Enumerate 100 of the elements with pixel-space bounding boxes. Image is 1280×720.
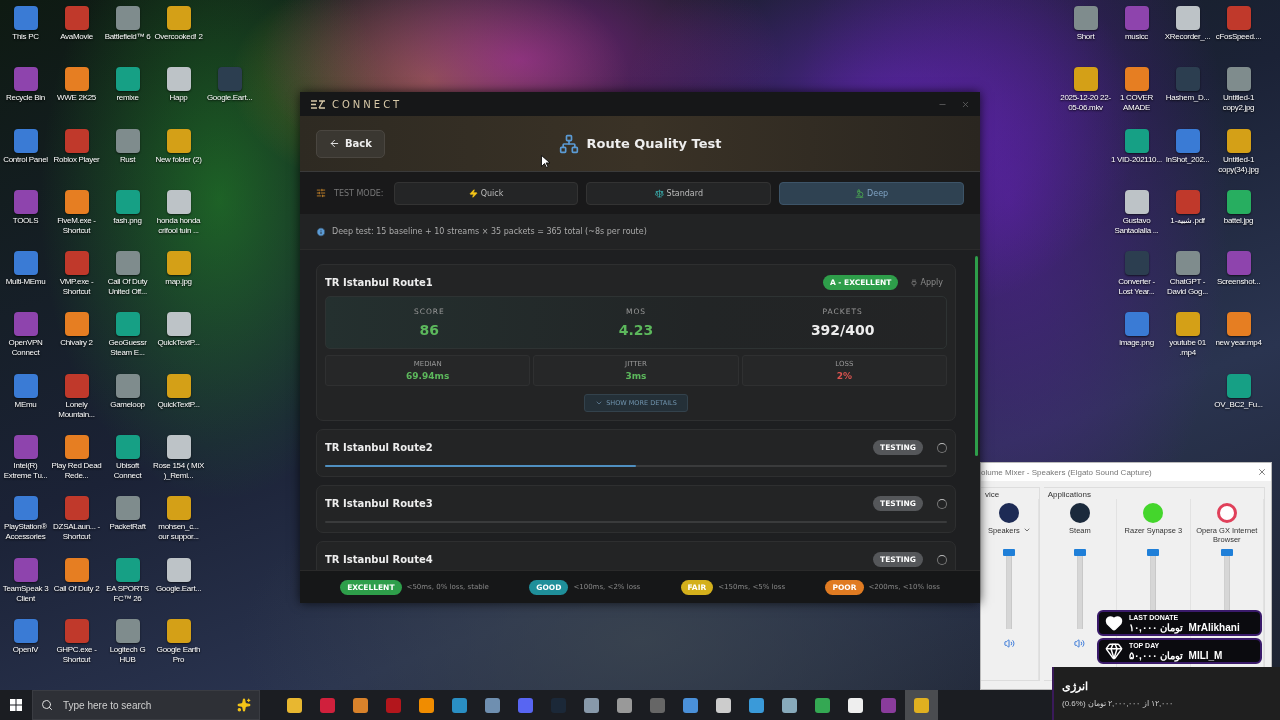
- desktop-icon-label[interactable]: Google.Eart...: [204, 93, 255, 104]
- desktop-icon-label[interactable]: PacketRaft: [102, 522, 153, 533]
- desktop-icon-label[interactable]: ChatGPT - David Gog...: [1162, 277, 1213, 298]
- desktop-app-icon[interactable]: [1226, 312, 1251, 337]
- desktop-icon-label[interactable]: Screenshot...: [1213, 277, 1264, 288]
- desktop-app-icon[interactable]: [115, 557, 140, 582]
- desktop-icon-label[interactable]: QuickTextP...: [153, 338, 204, 349]
- back-button[interactable]: Back: [316, 129, 385, 158]
- speaker-icon[interactable]: [1003, 638, 1015, 649]
- dropdown-caret-icon[interactable]: [1022, 526, 1031, 534]
- desktop-icon-label[interactable]: DZSALaun... - Shortcut: [51, 522, 102, 543]
- desktop-app-icon[interactable]: [1226, 128, 1251, 153]
- desktop-icon-label[interactable]: TOOLS: [0, 215, 51, 226]
- desktop-icon-label[interactable]: 2025-12-20 22-05-06.mkv: [1060, 93, 1111, 114]
- desktop-icon-label[interactable]: 1-شبیه.pdf: [1162, 215, 1213, 226]
- desktop-icon-label[interactable]: Lonely Mountain...: [51, 399, 102, 420]
- desktop-icon-label[interactable]: TeamSpeak 3 Client: [0, 583, 51, 604]
- desktop-icon-label[interactable]: New folder (2): [153, 154, 204, 165]
- desktop-icon-label[interactable]: Call Of Duty 2: [51, 583, 102, 594]
- desktop-app-icon[interactable]: [166, 251, 191, 276]
- desktop-icon-label[interactable]: MEmu: [0, 399, 51, 410]
- desktop-app-icon[interactable]: [1073, 6, 1098, 30]
- desktop-icon-label[interactable]: map.jpg: [153, 277, 204, 288]
- desktop-icon-label[interactable]: Gameloop: [102, 399, 153, 410]
- desktop-icon-label[interactable]: QuickTextP...: [153, 399, 204, 410]
- desktop-app-icon[interactable]: [166, 6, 191, 30]
- desktop-app-icon[interactable]: [13, 373, 38, 398]
- desktop-app-icon[interactable]: [64, 435, 89, 460]
- desktop-app-icon[interactable]: [1124, 189, 1149, 214]
- desktop-icon-label[interactable]: remixe: [102, 93, 153, 104]
- desktop-app-icon[interactable]: [115, 251, 140, 276]
- desktop-icon-label[interactable]: Battlefield™ 6: [102, 32, 153, 42]
- desktop-icon-label[interactable]: Overcooked! 2: [153, 32, 204, 42]
- desktop-app-icon[interactable]: [1175, 6, 1200, 30]
- desktop-icon-label[interactable]: Control Panel: [0, 154, 51, 165]
- desktop-app-icon[interactable]: [115, 128, 140, 153]
- desktop-app-icon[interactable]: [115, 312, 140, 337]
- desktop-icon-label[interactable]: 1 VID-202110...: [1111, 154, 1162, 165]
- desktop-icon-label[interactable]: Google Earth Pro: [153, 644, 204, 665]
- desktop-icon-label[interactable]: Play Red Dead Rede...: [51, 461, 102, 482]
- desktop-icon-label[interactable]: cFosSpeed....: [1213, 32, 1264, 42]
- close-icon[interactable]: [1257, 467, 1267, 477]
- desktop-icon-label[interactable]: fash.png: [102, 215, 153, 226]
- desktop-icon-label[interactable]: PlayStation® Accessories: [0, 522, 51, 543]
- desktop-app-icon[interactable]: [64, 557, 89, 582]
- desktop-app-icon[interactable]: [115, 189, 140, 214]
- desktop-app-icon[interactable]: [13, 128, 38, 153]
- desktop-app-icon[interactable]: [115, 6, 140, 30]
- desktop-app-icon[interactable]: [1175, 312, 1200, 337]
- desktop-icon-label[interactable]: VMP.exe - Shortcut: [51, 277, 102, 298]
- desktop-app-icon[interactable]: [1124, 128, 1149, 153]
- sparkles-icon[interactable]: [237, 698, 251, 712]
- search-field[interactable]: Type here to search: [32, 690, 260, 720]
- slider-thumb[interactable]: [1073, 549, 1086, 556]
- desktop-icon-label[interactable]: OV_BC2_Fu...: [1213, 399, 1264, 410]
- desktop-app-icon[interactable]: [1124, 67, 1149, 92]
- desktop-icon-label[interactable]: Ubisoft Connect: [102, 461, 153, 482]
- desktop-icon-label[interactable]: GeoGuessr Steam E...: [102, 338, 153, 359]
- desktop-app-icon[interactable]: [166, 312, 191, 337]
- slider-thumb[interactable]: [1220, 549, 1233, 556]
- desktop-icon-label[interactable]: Short: [1060, 32, 1111, 42]
- desktop-app-icon[interactable]: [1073, 67, 1098, 92]
- desktop-icon-label[interactable]: Intel(R) Extreme Tu...: [0, 461, 51, 482]
- desktop-app-icon[interactable]: [1175, 251, 1200, 276]
- desktop-app-icon[interactable]: [166, 496, 191, 521]
- desktop-icon-label[interactable]: OpenVPN Connect: [0, 338, 51, 359]
- desktop-app-icon[interactable]: [115, 373, 140, 398]
- desktop-icon-label[interactable]: XRecorder_...: [1162, 32, 1213, 42]
- desktop-icon-label[interactable]: musicc: [1111, 32, 1162, 42]
- desktop-icon-label[interactable]: OpenIV: [0, 644, 51, 655]
- desktop-icon-label[interactable]: Gustavo Santaolalla ...: [1111, 215, 1162, 236]
- desktop-icon-label[interactable]: Multi-MEmu: [0, 277, 51, 288]
- desktop-app-icon[interactable]: [13, 496, 38, 521]
- desktop-icon-label[interactable]: Logitech G HUB: [102, 644, 153, 665]
- desktop-app-icon[interactable]: [166, 189, 191, 214]
- desktop-icon-label[interactable]: Roblox Player: [51, 154, 102, 165]
- mode-tab[interactable]: Quick: [393, 181, 579, 205]
- desktop-app-icon[interactable]: [166, 557, 191, 582]
- desktop-app-icon[interactable]: [166, 373, 191, 398]
- slider-thumb[interactable]: [1003, 549, 1016, 556]
- desktop-icon-label[interactable]: Rose 154 ( MiX )_Remi...: [153, 461, 204, 482]
- desktop-icon-label[interactable]: WWE 2K25: [51, 93, 102, 104]
- desktop-icon-label[interactable]: Call Of Duty United Off...: [102, 277, 153, 298]
- desktop-icon-label[interactable]: Untitled-1 copy2.jpg: [1213, 93, 1264, 114]
- desktop-app-icon[interactable]: [115, 496, 140, 521]
- desktop-app-icon[interactable]: [64, 189, 89, 214]
- desktop-icon-label[interactable]: Untitled-1 copy(34).jpg: [1213, 154, 1264, 175]
- desktop-app-icon[interactable]: [166, 618, 191, 643]
- mode-tab[interactable]: Deep: [779, 181, 964, 205]
- desktop-icon-label[interactable]: Chivalry 2: [51, 338, 102, 349]
- mode-tab[interactable]: Standard: [586, 181, 772, 205]
- desktop-icon-label[interactable]: Google.Eart...: [153, 583, 204, 594]
- desktop-icon-label[interactable]: honda honda crifool tuin ...: [153, 215, 204, 236]
- desktop-icon-label[interactable]: youtube 01 .mp4: [1162, 338, 1213, 359]
- search-input[interactable]: Type here to search: [61, 698, 229, 712]
- desktop-icon-label[interactable]: GHPC.exe - Shortcut: [51, 644, 102, 665]
- desktop-icon-label[interactable]: Happ: [153, 93, 204, 104]
- desktop-app-icon[interactable]: [64, 312, 89, 337]
- desktop-app-icon[interactable]: [115, 435, 140, 460]
- desktop-app-icon[interactable]: [115, 618, 140, 643]
